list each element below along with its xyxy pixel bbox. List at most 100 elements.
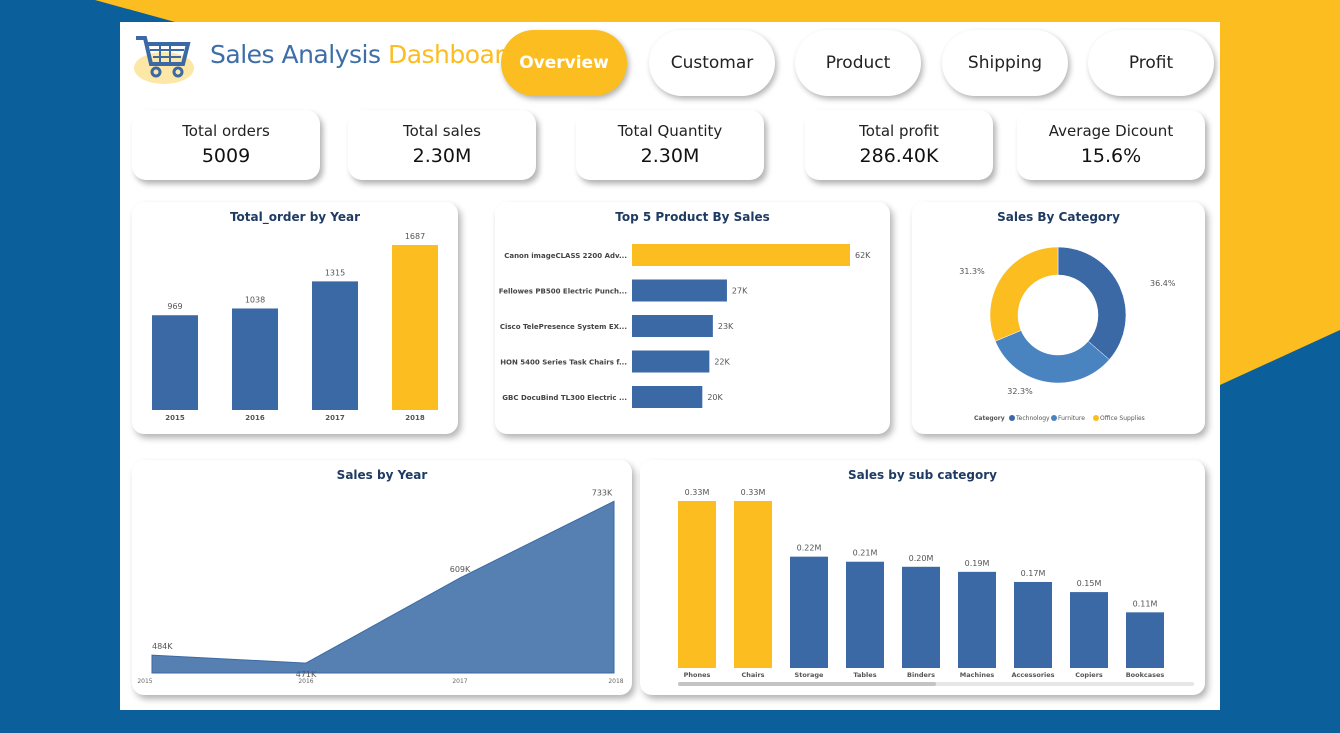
title-part1: Sales Analysis <box>210 40 381 69</box>
bar <box>902 567 940 668</box>
kpi-value: 286.40K <box>805 145 993 167</box>
chart-title: Sales by Year <box>132 468 632 482</box>
bar <box>846 562 884 668</box>
bar <box>734 501 772 668</box>
donut-slice <box>990 247 1058 341</box>
kpi-label: Average Dicount <box>1017 122 1205 140</box>
kpi-label: Total orders <box>132 122 320 140</box>
y-tick-label: Cisco TelePresence System EX... <box>500 323 627 331</box>
legend-title: Category <box>974 415 1005 422</box>
sales-by-year-card: Sales by Year484K2015471K2016609K2017733… <box>132 460 632 695</box>
area-series <box>152 501 614 673</box>
legend-item: Technology <box>1015 415 1050 422</box>
data-label: 609K <box>450 565 471 574</box>
scrollbar-thumb[interactable] <box>678 682 936 686</box>
chart-title: Sales By Category <box>912 210 1205 224</box>
legend-item: Furniture <box>1058 415 1085 422</box>
data-label: 0.20M <box>909 554 934 563</box>
bar <box>1126 612 1164 668</box>
chart-title: Sales by sub category <box>640 468 1205 482</box>
bar <box>312 281 358 410</box>
kpi-card: Total profit286.40K <box>805 110 993 180</box>
tab-customar[interactable]: Customar <box>649 30 775 96</box>
tab-profit[interactable]: Profit <box>1088 30 1214 96</box>
bar <box>632 315 713 337</box>
kpi-value: 2.30M <box>348 145 536 167</box>
x-tick-label: Accessories <box>1011 671 1054 679</box>
tab-overview[interactable]: Overview <box>501 30 627 96</box>
x-tick-label: 2016 <box>245 414 265 422</box>
x-tick-label: 2017 <box>452 678 467 685</box>
bar <box>678 501 716 668</box>
x-tick-label: 2018 <box>608 678 623 685</box>
data-label: 32.3% <box>1007 387 1033 396</box>
bar <box>1014 582 1052 668</box>
data-label: 23K <box>718 322 734 331</box>
data-label: 484K <box>152 642 173 651</box>
tab-product[interactable]: Product <box>795 30 921 96</box>
data-label: 0.22M <box>797 544 822 553</box>
orders-by-year-card: Total_order by Year 969 2015 1038 2016 1315 20… <box>132 202 458 434</box>
data-label: 20K <box>707 393 723 402</box>
data-label: 1315 <box>325 268 345 277</box>
data-label: 1687 <box>405 232 425 241</box>
x-tick-label: 2015 <box>165 414 185 422</box>
legend-item: Office Supplies <box>1100 415 1145 422</box>
x-tick-label: 2015 <box>137 678 152 685</box>
data-label: 733K <box>592 488 613 497</box>
bar <box>632 244 850 266</box>
donut-slice <box>1058 247 1126 360</box>
kpi-value: 15.6% <box>1017 145 1205 167</box>
data-label: 62K <box>855 251 871 260</box>
y-tick-label: GBC DocuBind TL300 Electric ... <box>502 394 627 402</box>
x-tick-label: 2018 <box>405 414 425 422</box>
bar <box>632 280 727 302</box>
bar <box>632 351 709 373</box>
kpi-value: 5009 <box>132 145 320 167</box>
data-label: 0.11M <box>1133 599 1158 608</box>
data-label: 22K <box>714 358 730 367</box>
bar <box>232 308 278 410</box>
legend-dot <box>1093 415 1099 421</box>
x-tick-label: 2016 <box>298 678 313 685</box>
data-label: 0.33M <box>685 488 710 497</box>
y-tick-label: Canon imageCLASS 2200 Adv... <box>504 252 627 260</box>
y-tick-label: Fellowes PB500 Electric Punch... <box>499 288 627 296</box>
data-label: 31.3% <box>959 267 985 276</box>
dashboard-title: Sales Analysis Dashboard <box>210 40 519 69</box>
x-tick-label: Machines <box>960 671 995 679</box>
sales-by-subcategory-card: Sales by sub category0.33MPhones0.33MCha… <box>640 460 1205 695</box>
chart-title: Total_order by Year <box>132 210 458 224</box>
x-tick-label: 2017 <box>325 414 345 422</box>
data-label: 0.17M <box>1021 569 1046 578</box>
kpi-label: Total Quantity <box>576 122 764 140</box>
top-products-card: Top 5 Product By Sales Canon imageCLASS 2… <box>495 202 890 434</box>
x-tick-label: Binders <box>907 671 935 679</box>
shopping-cart-logo-icon <box>130 28 198 92</box>
x-tick-label: Chairs <box>741 671 764 679</box>
kpi-label: Total sales <box>348 122 536 140</box>
kpi-card: Total sales 2.30M <box>348 110 536 180</box>
data-label: 0.19M <box>965 559 990 568</box>
title-part2: Dashboard <box>388 40 519 69</box>
y-tick-label: HON 5400 Series Task Chairs f... <box>500 359 627 367</box>
data-label: 0.21M <box>853 549 878 558</box>
kpi-card: Total Quantity2.30M <box>576 110 764 180</box>
bar <box>392 245 438 410</box>
data-label: 969 <box>167 302 182 311</box>
chart-title: Top 5 Product By Sales <box>495 210 890 224</box>
data-label: 36.4% <box>1150 279 1176 288</box>
x-tick-label: Copiers <box>1075 671 1103 679</box>
data-label: 1038 <box>245 295 265 304</box>
data-label: 27K <box>732 287 748 296</box>
tab-shipping[interactable]: Shipping <box>942 30 1068 96</box>
legend-dot <box>1009 415 1015 421</box>
data-label: 0.15M <box>1077 579 1102 588</box>
bar <box>1070 592 1108 668</box>
legend-dot <box>1051 415 1057 421</box>
bar <box>152 315 198 410</box>
bar <box>790 557 828 668</box>
x-tick-label: Storage <box>795 671 824 679</box>
kpi-card: Total orders 5009 <box>132 110 320 180</box>
sales-by-category-card: Sales By Category 36.4% 32.3% 31.3% Category… <box>912 202 1205 434</box>
